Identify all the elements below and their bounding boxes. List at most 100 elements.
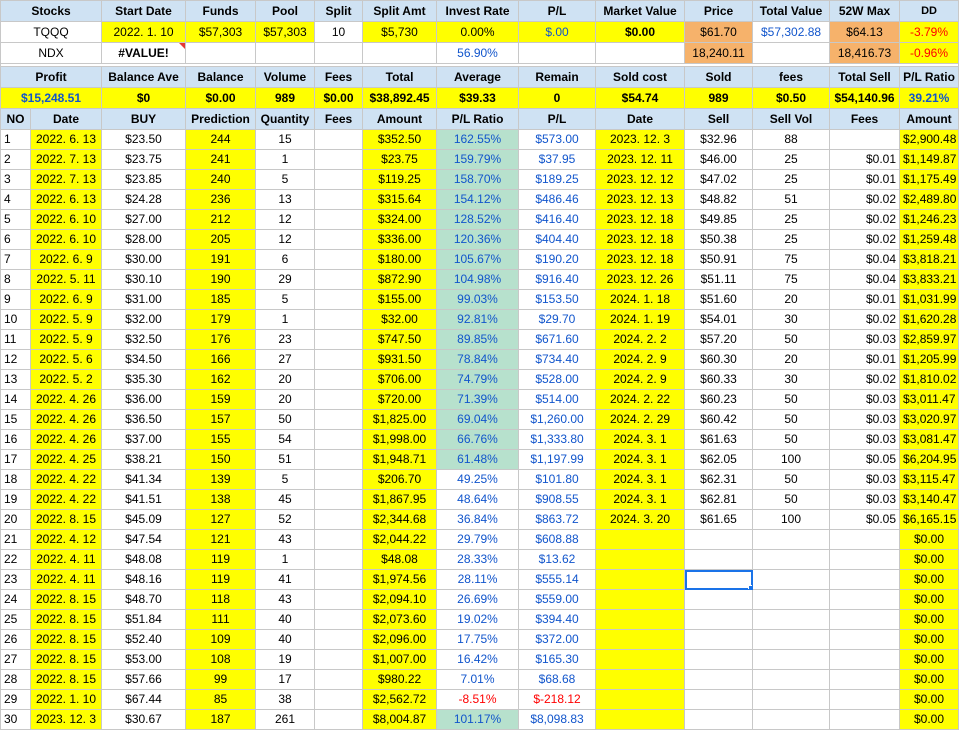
sell-amount-cell[interactable]: $1,620.28 (899, 309, 960, 330)
prediction-cell[interactable]: 108 (185, 649, 257, 670)
sell-date-cell[interactable]: 2024. 1. 19 (595, 309, 686, 330)
header-cell[interactable]: Date (595, 108, 686, 130)
buy-date-cell[interactable]: 2022. 4. 26 (29, 429, 103, 450)
sell-price-cell[interactable] (684, 589, 754, 610)
buy-price-cell[interactable]: $30.10 (101, 269, 187, 290)
prediction-cell[interactable]: 166 (185, 349, 257, 370)
funds-cell[interactable]: $57,303 (185, 21, 257, 43)
header-cell[interactable]: fees (752, 66, 831, 88)
prediction-cell[interactable]: 85 (185, 689, 257, 710)
header-cell[interactable]: Volume (255, 66, 316, 88)
fees-cell[interactable] (314, 469, 364, 490)
fees-cell[interactable] (314, 289, 364, 310)
prediction-cell[interactable]: 119 (185, 549, 257, 570)
prediction-cell[interactable]: 176 (185, 329, 257, 350)
index-symbol-cell[interactable]: NDX (0, 42, 103, 64)
prediction-cell[interactable]: 150 (185, 449, 257, 470)
pl-ratio-cell[interactable]: 28.33% (436, 549, 520, 570)
sell-date-cell[interactable] (595, 609, 686, 630)
invest-rate-cell[interactable]: 0.00% (436, 21, 520, 43)
sell-fees-cell[interactable] (829, 529, 901, 550)
fees-cell[interactable]: $0.00 (314, 87, 364, 109)
fees-cell[interactable] (314, 129, 364, 150)
sell-amount-cell[interactable]: $0.00 (899, 549, 960, 570)
header-cell[interactable]: P/L Ratio (899, 66, 960, 88)
prediction-cell[interactable]: 119 (185, 569, 257, 590)
pl-ratio-cell[interactable]: 48.64% (436, 489, 520, 510)
sell-fees-cell[interactable] (829, 549, 901, 570)
pl-ratio-cell[interactable]: 61.48% (436, 449, 520, 470)
sell-fees-cell[interactable]: $0.03 (829, 409, 901, 430)
buy-date-cell[interactable]: 2022. 1. 10 (29, 689, 103, 710)
sell-volume-cell[interactable]: 25 (752, 149, 831, 170)
sell-fees-cell[interactable]: $0.02 (829, 209, 901, 230)
trade-no-cell[interactable]: 30 (0, 709, 31, 730)
sell-volume-cell[interactable] (752, 689, 831, 710)
buy-date-cell[interactable]: 2022. 4. 22 (29, 489, 103, 510)
pl-cell[interactable]: $573.00 (518, 129, 597, 150)
pl-cell[interactable]: $101.80 (518, 469, 597, 490)
buy-price-cell[interactable]: $36.50 (101, 409, 187, 430)
amount-cell[interactable]: $2,344.68 (362, 509, 438, 530)
trade-no-cell[interactable]: 22 (0, 549, 31, 570)
sell-fees-cell[interactable]: $0.02 (829, 189, 901, 210)
sell-price-cell[interactable] (684, 609, 754, 630)
amount-cell[interactable]: $32.00 (362, 309, 438, 330)
sell-date-cell[interactable]: 2024. 2. 9 (595, 349, 686, 370)
amount-cell[interactable]: $336.00 (362, 229, 438, 250)
buy-date-cell[interactable]: 2022. 5. 6 (29, 349, 103, 370)
pl-ratio-cell[interactable]: 69.04% (436, 409, 520, 430)
pl-cell[interactable]: $394.40 (518, 609, 597, 630)
trade-no-cell[interactable]: 19 (0, 489, 31, 510)
buy-price-cell[interactable]: $24.28 (101, 189, 187, 210)
sell-volume-cell[interactable]: 30 (752, 369, 831, 390)
sold-cost-cell[interactable]: $54.74 (595, 87, 686, 109)
amount-cell[interactable]: $48.08 (362, 549, 438, 570)
fees-cell[interactable] (314, 589, 364, 610)
sell-fees-cell[interactable] (829, 649, 901, 670)
sell-volume-cell[interactable] (752, 589, 831, 610)
buy-date-cell[interactable]: 2022. 6. 13 (29, 189, 103, 210)
amount-cell[interactable]: $324.00 (362, 209, 438, 230)
amount-cell[interactable]: $1,825.00 (362, 409, 438, 430)
empty-cell[interactable] (518, 42, 597, 64)
sell-date-cell[interactable]: 2024. 1. 18 (595, 289, 686, 310)
sell-date-cell[interactable] (595, 689, 686, 710)
pl-ratio-cell[interactable]: 101.17% (436, 709, 520, 730)
header-cell[interactable]: Fees (314, 66, 364, 88)
sell-volume-cell[interactable]: 50 (752, 429, 831, 450)
sell-fees-cell[interactable]: $0.02 (829, 309, 901, 330)
buy-price-cell[interactable]: $48.16 (101, 569, 187, 590)
prediction-cell[interactable]: 139 (185, 469, 257, 490)
quantity-cell[interactable]: 17 (255, 669, 316, 690)
pl-ratio-cell[interactable]: 154.12% (436, 189, 520, 210)
header-cell[interactable]: Sell (684, 108, 754, 130)
trade-no-cell[interactable]: 15 (0, 409, 31, 430)
split-cell[interactable]: 10 (314, 21, 364, 43)
header-cell[interactable]: Fees (829, 108, 901, 130)
sell-volume-cell[interactable] (752, 549, 831, 570)
sell-volume-cell[interactable]: 100 (752, 509, 831, 530)
amount-cell[interactable]: $1,867.95 (362, 489, 438, 510)
buy-price-cell[interactable]: $30.67 (101, 709, 187, 730)
sell-date-cell[interactable]: 2024. 3. 20 (595, 509, 686, 530)
ndx-max52-cell[interactable]: 18,416.73 (829, 42, 901, 64)
sell-fees-cell[interactable]: $0.01 (829, 289, 901, 310)
amount-cell[interactable]: $720.00 (362, 389, 438, 410)
sell-fees-cell[interactable]: $0.03 (829, 469, 901, 490)
buy-date-cell[interactable]: 2022. 6. 10 (29, 229, 103, 250)
sell-fees-cell[interactable]: $0.03 (829, 489, 901, 510)
sell-volume-cell[interactable]: 25 (752, 229, 831, 250)
stock-symbol-cell[interactable]: TQQQ (0, 21, 103, 43)
amount-cell[interactable]: $706.00 (362, 369, 438, 390)
sell-date-cell[interactable]: 2023. 12. 13 (595, 189, 686, 210)
trade-no-cell[interactable]: 4 (0, 189, 31, 210)
trade-no-cell[interactable]: 27 (0, 649, 31, 670)
quantity-cell[interactable]: 20 (255, 389, 316, 410)
prediction-cell[interactable]: 155 (185, 429, 257, 450)
buy-price-cell[interactable]: $41.34 (101, 469, 187, 490)
fees-cell[interactable] (314, 209, 364, 230)
buy-price-cell[interactable]: $41.51 (101, 489, 187, 510)
sell-volume-cell[interactable] (752, 709, 831, 730)
quantity-cell[interactable]: 13 (255, 189, 316, 210)
